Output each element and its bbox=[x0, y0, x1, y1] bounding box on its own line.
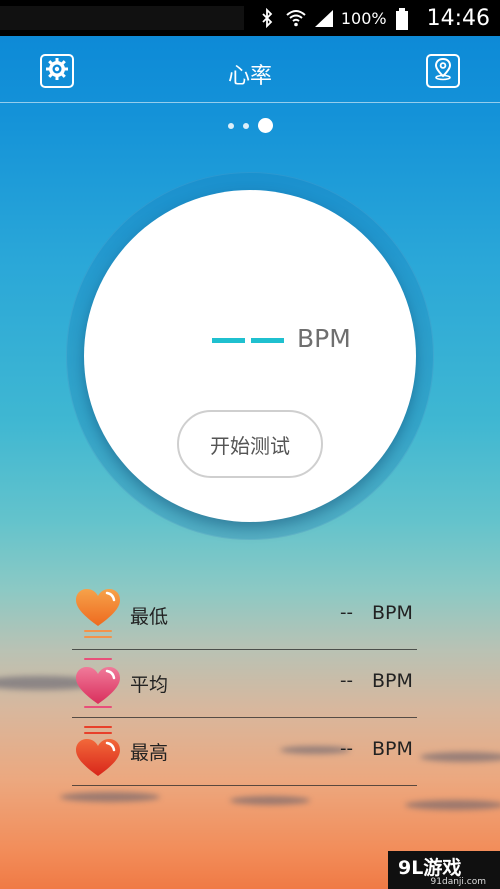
stat-value: -- bbox=[340, 602, 353, 623]
heart-low-icon bbox=[74, 588, 122, 644]
stat-unit: BPM bbox=[372, 602, 413, 624]
cloud-decoration bbox=[60, 792, 160, 802]
status-icons: 100% 14:46 bbox=[257, 0, 490, 36]
notification-area bbox=[0, 6, 244, 30]
cloud-decoration bbox=[405, 800, 500, 810]
watermark-logo: 9L游戏 91danji.com bbox=[388, 851, 500, 889]
stat-unit: BPM bbox=[372, 738, 413, 760]
clock: 14:46 bbox=[426, 5, 490, 31]
heart-rate-dial: BPM 开始测试 bbox=[84, 190, 416, 522]
stat-label: 最低 bbox=[130, 606, 169, 628]
stat-unit: BPM bbox=[372, 670, 413, 692]
page-dot[interactable] bbox=[242, 122, 249, 129]
signal-icon bbox=[313, 8, 333, 28]
wifi-icon bbox=[285, 8, 306, 28]
page-indicator bbox=[0, 118, 500, 133]
stat-row-min: 最低 -- BPM bbox=[72, 582, 417, 650]
stat-row-max: 最高 -- BPM bbox=[72, 718, 417, 786]
heart-avg-icon bbox=[74, 656, 122, 712]
dash bbox=[251, 338, 284, 343]
page-title: 心率 bbox=[227, 64, 272, 89]
stat-label: 平均 bbox=[130, 674, 169, 696]
page-dot-active[interactable] bbox=[257, 118, 273, 133]
location-pin-icon bbox=[431, 57, 455, 85]
bluetooth-icon bbox=[257, 7, 277, 29]
cloud-decoration bbox=[230, 796, 310, 805]
battery-icon bbox=[395, 8, 415, 30]
app-header: 心率 bbox=[0, 36, 500, 103]
stat-value: -- bbox=[340, 670, 353, 691]
stat-row-avg: 平均 -- BPM bbox=[72, 650, 417, 718]
watermark-brand: 9L游戏 bbox=[398, 857, 462, 879]
start-test-button[interactable]: 开始测试 bbox=[177, 410, 323, 478]
battery-percent: 100% bbox=[340, 8, 387, 28]
location-button[interactable] bbox=[426, 54, 460, 88]
bpm-value-placeholder bbox=[212, 338, 284, 343]
dash bbox=[212, 338, 245, 343]
page-dot[interactable] bbox=[227, 122, 234, 129]
heart-high-icon bbox=[74, 724, 122, 780]
cloud-decoration bbox=[420, 752, 500, 762]
stat-value: -- bbox=[340, 738, 353, 759]
stats-list: 最低 -- BPM 平均 -- BPM 最高 -- BPM bbox=[72, 582, 417, 786]
bpm-unit-label: BPM bbox=[297, 324, 351, 353]
status-bar: 100% 14:46 bbox=[0, 0, 500, 36]
watermark-site: 91danji.com bbox=[430, 877, 486, 887]
stat-label: 最高 bbox=[130, 742, 169, 764]
